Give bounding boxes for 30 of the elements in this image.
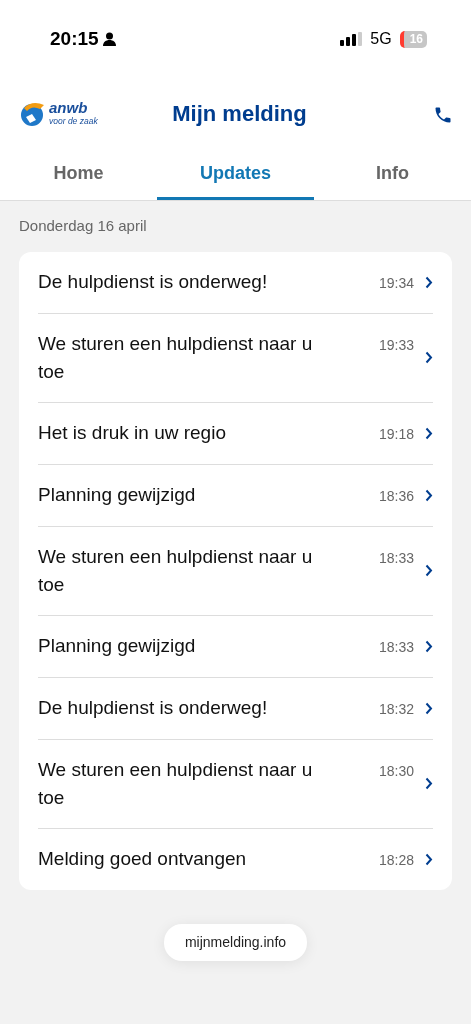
tab[interactable]: Home bbox=[0, 150, 157, 200]
update-item[interactable]: Het is druk in uw regio 19:18 bbox=[38, 402, 433, 465]
network-label: 5G bbox=[370, 29, 392, 49]
update-item[interactable]: De hulpdienst is onderweg! 19:34 bbox=[38, 251, 433, 314]
update-item[interactable]: De hulpdienst is onderweg! 18:32 bbox=[38, 677, 433, 740]
update-item[interactable]: Planning gewijzigd 18:33 bbox=[38, 615, 433, 678]
date-heading: Donderdag 16 april bbox=[18, 216, 148, 236]
signal-icon bbox=[340, 32, 363, 46]
chevron-right-icon bbox=[425, 488, 433, 502]
person-icon bbox=[102, 32, 116, 46]
chevron-right-icon bbox=[425, 275, 433, 289]
update-item[interactable]: Melding goed ontvangen 18:28 bbox=[38, 828, 433, 890]
update-item[interactable]: We sturen een hulpdienst naar u toe 19:33 bbox=[38, 313, 433, 403]
chevron-right-icon bbox=[425, 777, 433, 790]
chevron-right-icon bbox=[425, 639, 433, 653]
tab[interactable]: Updates bbox=[157, 150, 314, 200]
clock: 20:15 bbox=[50, 26, 99, 51]
battery-indicator: 16 bbox=[399, 30, 427, 48]
chevron-right-icon bbox=[425, 701, 433, 715]
url-bar[interactable]: mijnmelding.info bbox=[163, 923, 308, 961]
tab[interactable]: Info bbox=[314, 150, 471, 200]
page-title: Mijn melding bbox=[171, 100, 308, 128]
logo[interactable]: anwb voor de zaak bbox=[18, 100, 106, 128]
update-item[interactable]: We sturen een hulpdienst naar u toe 18:33 bbox=[38, 526, 433, 616]
chevron-right-icon bbox=[425, 564, 433, 577]
chevron-right-icon bbox=[425, 351, 433, 364]
chevron-right-icon bbox=[425, 852, 433, 866]
update-item[interactable]: We sturen een hulpdienst naar u toe 18:30 bbox=[38, 739, 433, 829]
chevron-right-icon bbox=[425, 426, 433, 440]
update-item[interactable]: Planning gewijzigd 18:36 bbox=[38, 464, 433, 527]
